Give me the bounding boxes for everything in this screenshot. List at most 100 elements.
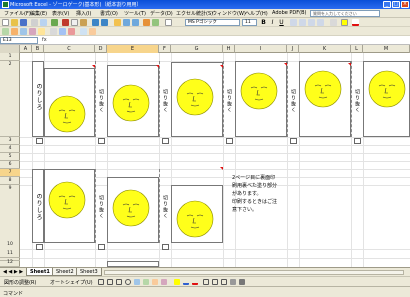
3d-icon[interactable]	[239, 279, 245, 285]
row-header-8[interactable]: 8	[0, 177, 20, 185]
menu-format[interactable]: 書式(O)	[100, 10, 118, 17]
menu-adobe-pdf[interactable]: Adobe PDF(B)	[272, 10, 306, 16]
menu-excel-stats[interactable]: エクセル統計(S)	[176, 10, 213, 17]
wordart-icon[interactable]	[143, 279, 149, 285]
horizontal-scrollbar[interactable]	[104, 270, 404, 275]
draw-menu-button[interactable]: 図形の調整(R)	[4, 279, 36, 286]
column-header-a[interactable]: A	[20, 45, 32, 53]
line-color-icon[interactable]	[183, 279, 189, 285]
toolbar-icon-5[interactable]	[38, 28, 45, 35]
align-left-icon[interactable]	[290, 19, 297, 26]
copy-icon[interactable]	[71, 19, 78, 26]
align-right-icon[interactable]	[308, 19, 315, 26]
bold-button[interactable]: B	[260, 19, 267, 26]
maximize-button[interactable]: □	[392, 1, 400, 8]
tab-sheet1[interactable]: Sheet1	[26, 268, 54, 276]
rectangle-icon[interactable]	[116, 279, 122, 285]
column-header-g[interactable]: G	[171, 45, 223, 53]
menu-data[interactable]: データ(D)	[150, 10, 173, 17]
autoshape-menu-button[interactable]: オートシェイプ(U)	[50, 279, 93, 286]
arrow-icon[interactable]	[107, 279, 113, 285]
menu-edit[interactable]: 編集(E)	[30, 10, 47, 17]
toolbar-icon-1[interactable]	[2, 28, 9, 35]
row-header-5[interactable]: 5	[0, 153, 20, 161]
fx-icon[interactable]: fx	[42, 37, 47, 43]
open-icon[interactable]	[11, 19, 18, 26]
row-header-1[interactable]: 1	[0, 53, 20, 61]
chart-wizard-icon[interactable]	[143, 19, 150, 26]
font-name-select[interactable]: MS Pゴシック	[185, 19, 240, 26]
row-header-3[interactable]: 3	[0, 137, 20, 145]
fill-color-icon[interactable]	[341, 19, 348, 26]
font-color-icon[interactable]	[352, 19, 359, 26]
shadow-icon[interactable]	[230, 279, 236, 285]
draw-fill-color-icon[interactable]	[174, 279, 180, 285]
textbox-icon[interactable]	[134, 279, 140, 285]
row-header-7[interactable]: 7	[0, 169, 20, 177]
spelling-icon[interactable]	[51, 19, 58, 26]
redo-icon[interactable]	[101, 19, 108, 26]
draw-font-color-icon[interactable]	[192, 279, 198, 285]
column-header-h[interactable]: H	[223, 45, 235, 53]
column-header-k[interactable]: K	[299, 45, 351, 53]
arrow-style-icon[interactable]	[221, 279, 227, 285]
row-header-6[interactable]: 6	[0, 161, 20, 169]
save-icon[interactable]	[20, 19, 27, 26]
zoom-icon[interactable]	[165, 19, 172, 26]
font-size-select[interactable]: 11	[242, 19, 257, 26]
column-header-d[interactable]: D	[95, 45, 107, 53]
menu-window[interactable]: ウィンドウ(W)	[212, 10, 246, 17]
toolbar-icon-6[interactable]	[50, 28, 57, 35]
column-header-l[interactable]: L	[351, 45, 363, 53]
merge-center-icon[interactable]	[317, 19, 324, 26]
menu-help[interactable]: ヘルプ(H)	[245, 10, 268, 17]
column-header-j[interactable]: J	[287, 45, 299, 53]
column-header-e[interactable]: E	[107, 45, 159, 53]
underline-button[interactable]: U	[278, 19, 285, 26]
column-header-i[interactable]: I	[235, 45, 287, 53]
row-header-12[interactable]: 12	[0, 258, 20, 267]
drawing-icon[interactable]	[152, 19, 159, 26]
line-icon[interactable]	[98, 279, 104, 285]
select-all-corner[interactable]	[0, 45, 20, 53]
minimize-button[interactable]: _	[383, 1, 391, 8]
menu-view[interactable]: 表示(V)	[52, 10, 69, 17]
italic-button[interactable]: I	[269, 19, 276, 26]
tab-sheet3[interactable]: Sheet3	[76, 268, 102, 276]
row-header-4[interactable]: 4	[0, 145, 20, 153]
borders-icon[interactable]	[330, 19, 337, 26]
paste-icon[interactable]	[80, 19, 87, 26]
toolbar-icon-8[interactable]	[68, 28, 75, 35]
picture-icon[interactable]	[161, 279, 167, 285]
column-header-m[interactable]: M	[363, 45, 410, 53]
toolbar-icon-2[interactable]	[11, 28, 18, 35]
row-header-10[interactable]: 10	[0, 241, 20, 249]
column-header-c[interactable]: C	[44, 45, 95, 53]
menu-tools[interactable]: ツール(T)	[124, 10, 146, 17]
undo-icon[interactable]	[92, 19, 99, 26]
toolbar-icon-10[interactable]	[89, 28, 96, 35]
menu-file[interactable]: ファイル(F)	[4, 10, 31, 17]
menu-insert[interactable]: 挿入(I)	[76, 10, 91, 17]
worksheet-grid[interactable]: のりしろ 切り抜く 切り抜く 切り抜く 切り抜く 切り抜く のりしろ 切り抜く …	[20, 53, 410, 267]
row-header-2[interactable]: 2	[0, 61, 20, 137]
line-style-icon[interactable]	[203, 279, 209, 285]
toolbar-icon-9[interactable]	[80, 28, 87, 35]
toolbar-icon-3[interactable]	[20, 28, 27, 35]
print-icon[interactable]	[31, 19, 38, 26]
column-header-b[interactable]: B	[32, 45, 44, 53]
toolbar-icon-7[interactable]	[59, 28, 66, 35]
toolbar-icon-4[interactable]	[29, 28, 36, 35]
tab-sheet2[interactable]: Sheet2	[52, 268, 78, 276]
help-search-input[interactable]: 質問を入力してください	[310, 10, 380, 17]
print-preview-icon[interactable]	[40, 19, 47, 26]
clipart-icon[interactable]	[152, 279, 158, 285]
oval-icon[interactable]	[125, 279, 131, 285]
name-box[interactable]: E13	[0, 37, 38, 44]
sort-descending-icon[interactable]	[132, 19, 139, 26]
column-header-f[interactable]: F	[159, 45, 171, 53]
cut-icon[interactable]	[62, 19, 69, 26]
autosum-icon[interactable]	[114, 19, 121, 26]
row-header-11[interactable]: 11	[0, 249, 20, 258]
align-center-icon[interactable]	[299, 19, 306, 26]
